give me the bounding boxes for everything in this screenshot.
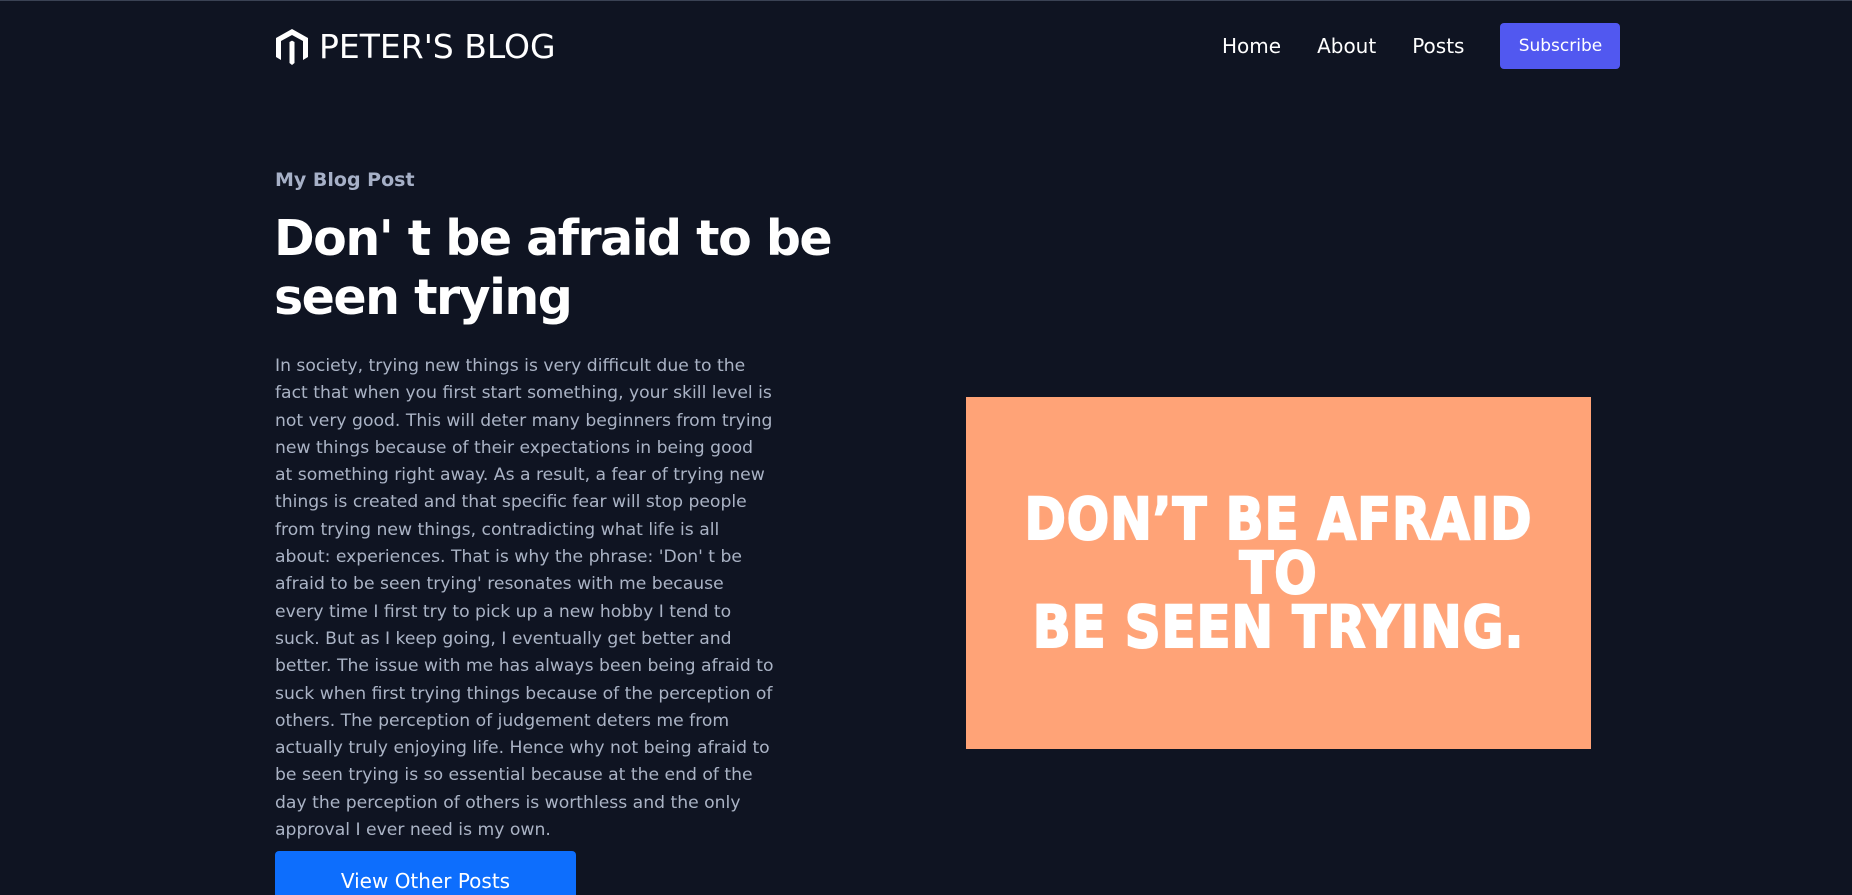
view-other-posts-button[interactable]: View Other Posts [275, 851, 576, 895]
post-body: In society, trying new things is very di… [275, 356, 774, 841]
nav-posts-link[interactable]: Posts [1412, 23, 1464, 69]
logo-icon [275, 28, 309, 66]
site-header: PETER'S BLOG Home About Posts Subscribe [0, 1, 1852, 93]
logo-text: PETER'S BLOG [319, 27, 556, 66]
hero-caption-line-2: BE SEEN TRYING. [1032, 593, 1525, 661]
nav-about-link[interactable]: About [1317, 23, 1376, 69]
subscribe-button[interactable]: Subscribe [1500, 23, 1621, 69]
nav-home-link[interactable]: Home [1222, 23, 1281, 69]
post-hero-image: DON’T BE AFRAID TO BE SEEN TRYING. [966, 397, 1591, 749]
main-nav: Home About Posts Subscribe [1222, 23, 1621, 69]
hero-caption-line-1: DON’T BE AFRAID TO [1024, 485, 1533, 607]
site-logo[interactable]: PETER'S BLOG [275, 27, 556, 67]
post-title: Don' t be afraid to be seen trying [274, 210, 833, 326]
post-eyebrow: My Blog Post [275, 169, 415, 191]
hero-image-caption: DON’T BE AFRAID TO BE SEEN TRYING. [1010, 485, 1548, 661]
